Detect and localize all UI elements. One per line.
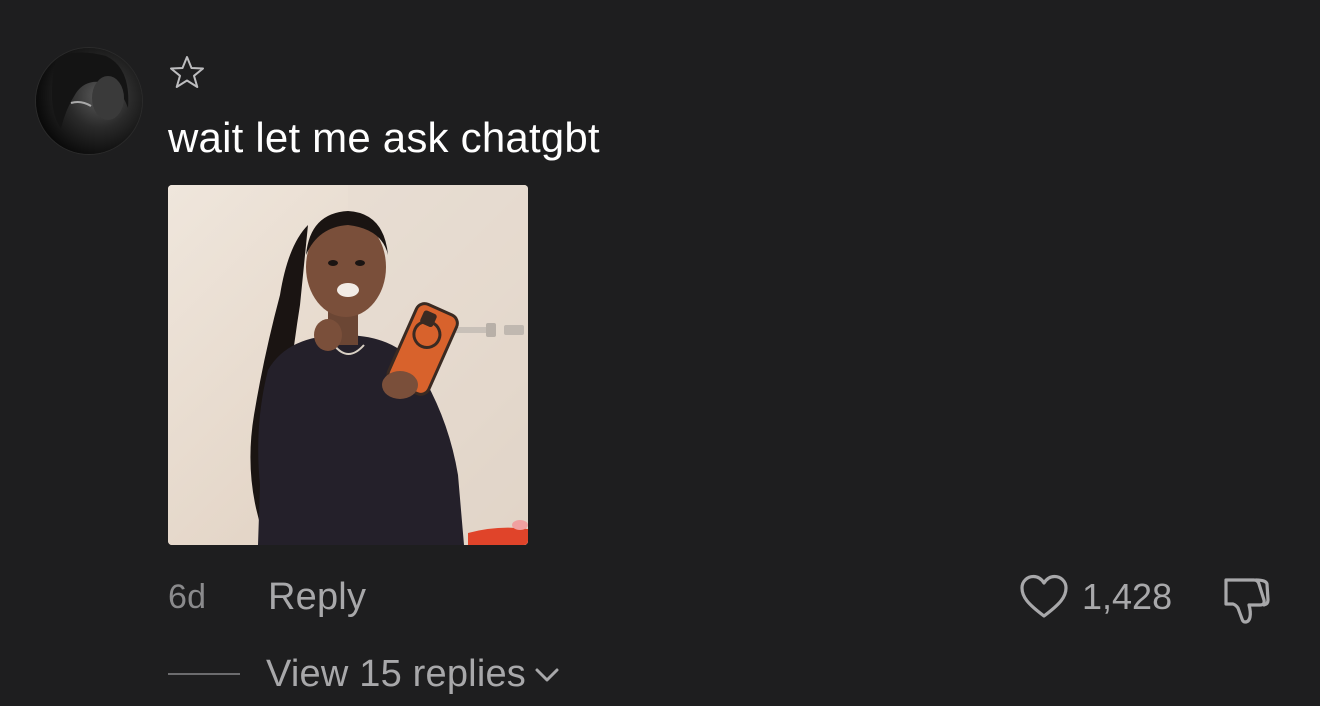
like-count: 1,428 [1082,576,1173,617]
chevron-down-icon[interactable] [532,661,562,687]
heart-icon[interactable] [1018,573,1070,621]
attached-photo-image [168,185,528,545]
like-button[interactable]: 1,428 [1018,572,1172,622]
attached-photo[interactable] [168,185,528,545]
comment-thread: wait let me ask chatgbt 6d Reply 1,428 V… [0,0,1320,706]
view-replies-toggle[interactable]: View 15 replies [168,650,562,698]
comment-actions: 6d Reply 1,428 [168,572,1278,624]
thumbs-down-icon[interactable] [1220,572,1276,626]
avatar-image [36,48,142,154]
comment-text: wait let me ask chatgbt [168,114,600,161]
avatar[interactable] [36,48,142,154]
reply-button[interactable]: Reply [268,576,366,619]
star-outline-icon[interactable] [168,54,206,92]
divider-line [168,673,240,675]
view-replies-label[interactable]: View 15 replies [266,653,526,696]
timestamp: 6d [168,578,207,616]
